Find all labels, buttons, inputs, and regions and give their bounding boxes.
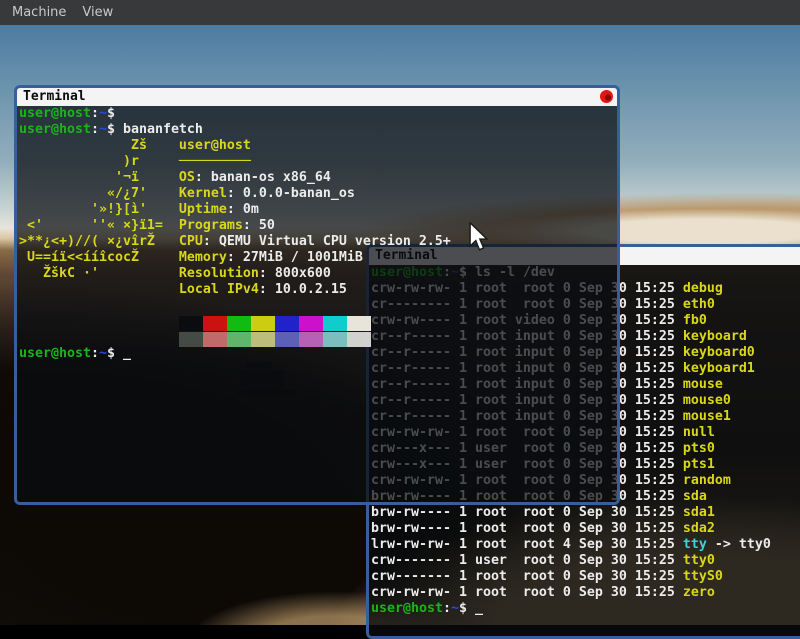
terminal1-titlebar[interactable]: Terminal xyxy=(17,88,617,106)
ansi-color-swatch xyxy=(251,332,275,347)
fetch-line: ŽškC ·' Resolution: 800x600 xyxy=(19,266,617,282)
prompt-line: user@host:~$ _ xyxy=(371,601,800,617)
ansi-palette-row xyxy=(19,330,617,346)
ansi-palette-row xyxy=(19,314,617,330)
fetch-line: <' ''« ×}ï1= Programs: 50 xyxy=(19,218,617,234)
fetch-line: U==íï<<ííîcocŽ Memory: 27MiB / 1001MiB xyxy=(19,250,617,266)
file-row: crw------- 1 root root 0 Sep 30 15:25 tt… xyxy=(371,569,800,585)
ansi-color-swatch xyxy=(203,332,227,347)
ansi-color-swatch xyxy=(299,332,323,347)
command-line: user@host:~$ bananfetch xyxy=(19,122,617,138)
file-row: crw-rw-rw- 1 root root 0 Sep 30 15:25 ze… xyxy=(371,585,800,601)
ansi-color-swatch xyxy=(179,332,203,347)
fetch-line: )r ───────── xyxy=(19,154,617,170)
mouse-cursor-icon xyxy=(468,222,488,252)
ansi-color-swatch xyxy=(179,316,203,331)
ansi-color-swatch xyxy=(299,316,323,331)
blank-line xyxy=(19,298,617,314)
menu-item-machine[interactable]: Machine xyxy=(12,5,66,20)
fetch-line: Zš user@host xyxy=(19,138,617,154)
menu-item-view[interactable]: View xyxy=(82,5,113,20)
ansi-color-swatch xyxy=(203,316,227,331)
prompt-line: user@host:~$ _ xyxy=(19,346,617,362)
file-row: crw------- 1 user root 0 Sep 30 15:25 tt… xyxy=(371,553,800,569)
terminal1-content[interactable]: user@host:~$user@host:~$ bananfetch Zš u… xyxy=(17,106,617,502)
ansi-color-swatch xyxy=(227,316,251,331)
vm-menu-bar: Machine View xyxy=(0,0,800,25)
fetch-line: Local IPv4: 10.0.2.15 xyxy=(19,282,617,298)
fetch-line: «/¿7' Kernel: 0.0.0-banan_os xyxy=(19,186,617,202)
prompt-line: user@host:~$ xyxy=(19,106,617,122)
ansi-color-swatch xyxy=(251,316,275,331)
ansi-color-swatch xyxy=(323,332,347,347)
ansi-color-swatch xyxy=(323,316,347,331)
fetch-line: '»!}[ì' Uptime: 0m xyxy=(19,202,617,218)
ansi-color-swatch xyxy=(275,316,299,331)
file-row: lrw-rw-rw- 1 root root 4 Sep 30 15:25 tt… xyxy=(371,537,800,553)
file-row: brw-rw---- 1 root root 0 Sep 30 15:25 sd… xyxy=(371,505,800,521)
ansi-color-swatch xyxy=(275,332,299,347)
fetch-line: '¬ï OS: banan-os x86_64 xyxy=(19,170,617,186)
fetch-line: >**¿<+)//( ×¿vîrŽ CPU: QEMU Virtual CPU … xyxy=(19,234,617,250)
ansi-color-swatch xyxy=(347,332,371,347)
ansi-color-swatch xyxy=(347,316,371,331)
ansi-color-swatch xyxy=(227,332,251,347)
file-row: brw-rw---- 1 root root 0 Sep 30 15:25 sd… xyxy=(371,521,800,537)
close-button-icon[interactable] xyxy=(600,90,613,103)
terminal1-title: Terminal xyxy=(23,89,86,104)
terminal1-window: Terminal user@host:~$user@host:~$ bananf… xyxy=(14,85,620,505)
